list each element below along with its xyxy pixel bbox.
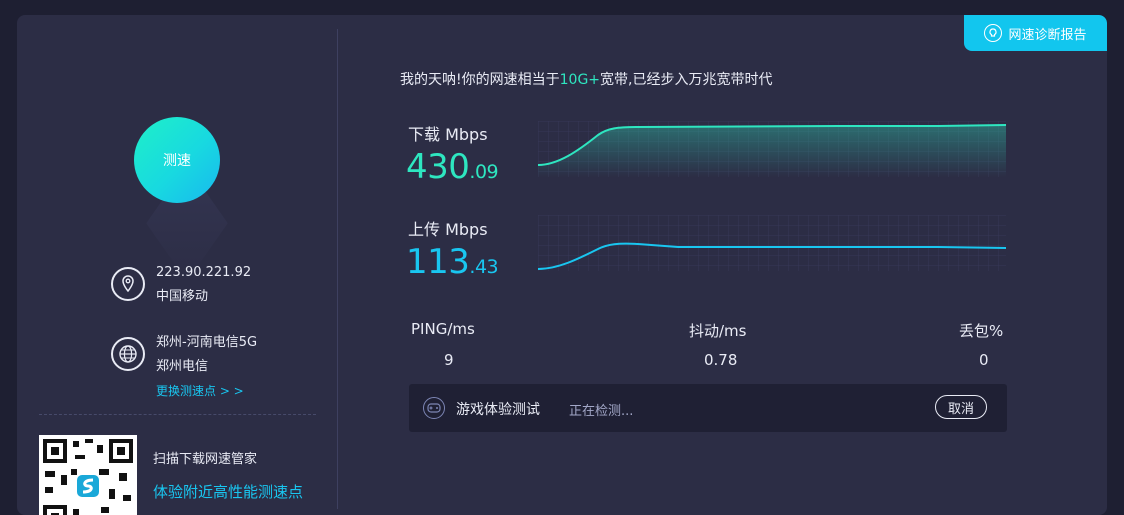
game-test-title: 游戏体验测试 bbox=[456, 402, 540, 418]
change-node-link[interactable]: 更换测速点 > > bbox=[156, 379, 257, 403]
upload-speed-int: 113 bbox=[406, 242, 470, 282]
globe-icon bbox=[111, 337, 145, 371]
cancel-game-test-button[interactable]: 取消 bbox=[935, 395, 987, 419]
ip-address: 223.90.221.92 bbox=[156, 265, 252, 280]
main-panel: 网速诊断报告 测速 223.90.221.92 中国移动 郑州-河南电信5G 郑… bbox=[17, 15, 1107, 515]
ip-isp: 中国移动 bbox=[156, 289, 209, 304]
ip-info: 223.90.221.92 中国移动 bbox=[111, 261, 251, 309]
download-label: 下载 Mbps bbox=[408, 125, 488, 144]
headline-highlight: 10G+ bbox=[559, 72, 601, 88]
report-button-label: 网速诊断报告 bbox=[1008, 27, 1087, 43]
download-speed-dec: .09 bbox=[469, 161, 499, 183]
jitter-value: 0.78 bbox=[704, 351, 738, 369]
ping-value: 9 bbox=[444, 351, 454, 369]
download-speed-int: 430 bbox=[406, 147, 470, 187]
diagnosis-bulb-icon bbox=[984, 24, 1003, 42]
upload-label: 上传 Mbps bbox=[408, 220, 488, 239]
packet-loss-label: 丢包% bbox=[959, 322, 1004, 340]
qr-subcaption: 体验附近高性能测速点 bbox=[153, 483, 304, 501]
ping-label: PING/ms bbox=[411, 320, 475, 338]
qr-code-image bbox=[39, 435, 137, 515]
location-pin-icon bbox=[111, 267, 145, 301]
node-isp: 郑州电信 bbox=[156, 359, 209, 374]
download-speed-chart bbox=[538, 121, 1006, 177]
game-test-bar: 游戏体验测试 正在检测... 取消 bbox=[409, 384, 1007, 432]
upload-speed-chart bbox=[538, 215, 1006, 271]
game-test-status: 正在检测... bbox=[569, 404, 634, 419]
speed-headline: 我的天呐!你的网速相当于10G+宽带,已经步入万兆宽带时代 bbox=[400, 69, 772, 89]
headline-prefix: 我的天呐!你的网速相当于 bbox=[400, 72, 560, 88]
jitter-label: 抖动/ms bbox=[689, 322, 747, 340]
upload-speed-value: 113.43 bbox=[406, 242, 499, 282]
column-divider bbox=[337, 29, 338, 509]
left-divider bbox=[39, 414, 316, 415]
download-speed-value: 430.09 bbox=[406, 147, 499, 187]
headline-suffix: 宽带,已经步入万兆宽带时代 bbox=[600, 72, 773, 88]
start-speed-test-button[interactable]: 测速 bbox=[134, 117, 220, 203]
node-info: 郑州-河南电信5G 郑州电信 更换测速点 > > bbox=[111, 331, 257, 403]
node-name: 郑州-河南电信5G bbox=[156, 335, 258, 350]
upload-speed-dec: .43 bbox=[469, 256, 499, 278]
speed-report-button[interactable]: 网速诊断报告 bbox=[964, 15, 1107, 51]
qr-caption: 扫描下载网速管家 bbox=[153, 452, 258, 467]
gamepad-icon bbox=[423, 397, 445, 419]
packet-loss-value: 0 bbox=[979, 351, 989, 369]
